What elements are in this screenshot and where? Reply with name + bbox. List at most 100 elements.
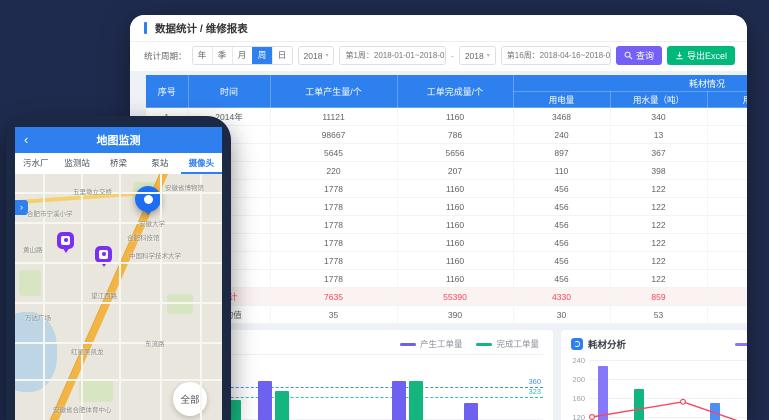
phone-page-title: 地图监测 bbox=[97, 132, 141, 148]
table-cell: 30 bbox=[513, 306, 610, 324]
map-street bbox=[81, 174, 83, 420]
map-label: 望江西路 bbox=[91, 290, 117, 300]
col-header-created: 工单产生量/个 bbox=[270, 75, 397, 108]
map-label: 中国科学技术大学 bbox=[129, 250, 181, 260]
tab-桥梁[interactable]: 桥梁 bbox=[98, 153, 139, 174]
charts-row: 产生工单量完成工单量 360323 耗材分析 2402001601208040 bbox=[146, 330, 747, 420]
analysis-icon bbox=[571, 338, 583, 350]
filter-toolbar: 统计周期： 年季月周日 2018 ▾ 第1周：2018-01-01~2018-0… bbox=[130, 42, 747, 71]
legend-dash-icon bbox=[476, 343, 492, 346]
table-cell: 98667 bbox=[270, 126, 397, 144]
camera-icon bbox=[61, 236, 70, 245]
table-cell: 5656 bbox=[397, 144, 513, 162]
table-cell: 70 bbox=[707, 108, 747, 126]
page-background: 数据统计 / 维修报表 统计周期： 年季月周日 2018 ▾ 第1周：2018-… bbox=[0, 0, 769, 420]
table-cell: 79 bbox=[707, 252, 747, 270]
map-label: 安徽大学 bbox=[139, 218, 165, 228]
reference-line-label: 323 bbox=[528, 387, 541, 396]
period-option[interactable]: 日 bbox=[272, 47, 292, 64]
sub-header-electricity: 用电量 bbox=[513, 92, 610, 108]
table-cell: 122 bbox=[610, 270, 707, 288]
col-header-index: 序号 bbox=[146, 75, 188, 108]
report-table: 序号 时间 工单产生量/个 工单完成量/个 耗材情况 用电量 用水量（吨） 用药… bbox=[146, 75, 747, 324]
export-excel-button[interactable]: 导出Excel bbox=[667, 46, 735, 65]
chevron-down-icon: ▾ bbox=[487, 52, 490, 59]
map-label: 合肥市宁溪小学 bbox=[27, 208, 73, 218]
workorder-chart-legend: 产生工单量完成工单量 bbox=[400, 338, 539, 350]
camera-icon bbox=[99, 250, 108, 259]
table-cell: 110 bbox=[513, 162, 610, 180]
selected-camera-pin[interactable] bbox=[135, 186, 161, 212]
table-cell: 1160 bbox=[397, 198, 513, 216]
map-park bbox=[167, 294, 193, 314]
query-button[interactable]: 查询 bbox=[616, 46, 662, 65]
camera-pin[interactable] bbox=[95, 246, 112, 263]
table-cell: 1160 bbox=[397, 252, 513, 270]
query-button-label: 查询 bbox=[636, 49, 654, 62]
tab-泵站[interactable]: 泵站 bbox=[139, 153, 180, 174]
table-cell: 4330 bbox=[513, 288, 610, 306]
map-street bbox=[200, 174, 202, 420]
table-cell: 1160 bbox=[397, 270, 513, 288]
period-option[interactable]: 年 bbox=[193, 47, 212, 64]
back-button[interactable]: ‹ bbox=[24, 127, 28, 153]
period-label: 统计周期： bbox=[144, 50, 187, 62]
table-cell: 122 bbox=[610, 234, 707, 252]
consumables-chart-card: 耗材分析 2402001601208040 bbox=[561, 330, 747, 420]
table-cell: 90 bbox=[707, 162, 747, 180]
camera-pin[interactable] bbox=[57, 232, 74, 249]
table-cell: 111 bbox=[707, 306, 747, 324]
map-label: 合肥科技馆 bbox=[127, 232, 160, 242]
week-start-input[interactable]: 第1周：2018-01-01~2018-01-07 bbox=[339, 46, 446, 65]
table-cell: 7 bbox=[707, 126, 747, 144]
table-cell: 122 bbox=[610, 216, 707, 234]
tab-污水厂[interactable]: 污水厂 bbox=[15, 153, 56, 174]
year-end-select[interactable]: 2018 ▾ bbox=[459, 46, 496, 65]
period-option[interactable]: 周 bbox=[252, 47, 272, 64]
table-cell: 786 bbox=[397, 126, 513, 144]
year-start-select[interactable]: 2018 ▾ bbox=[298, 46, 335, 65]
bar bbox=[409, 381, 423, 420]
tab-摄像头[interactable]: 摄像头 bbox=[181, 153, 222, 174]
table-cell: 349 bbox=[707, 288, 747, 306]
table-cell: 240 bbox=[513, 126, 610, 144]
table-cell: 456 bbox=[513, 270, 610, 288]
table-cell: 897 bbox=[513, 144, 610, 162]
period-option[interactable]: 季 bbox=[212, 47, 232, 64]
table-cell: 859 bbox=[610, 288, 707, 306]
map-park bbox=[19, 270, 41, 296]
map-street bbox=[160, 174, 162, 420]
table-cell: 122 bbox=[610, 198, 707, 216]
table-cell: 456 bbox=[513, 252, 610, 270]
table-cell: 7635 bbox=[270, 288, 397, 306]
map-street bbox=[119, 174, 121, 420]
sub-header-water: 用水量（吨） bbox=[610, 92, 707, 108]
table-cell: 367 bbox=[610, 144, 707, 162]
sub-header-chemical: 用药量 bbox=[707, 92, 747, 108]
map-park bbox=[79, 380, 113, 402]
table-cell: 79 bbox=[707, 270, 747, 288]
window-titlebar: 数据统计 / 维修报表 bbox=[130, 15, 747, 42]
table-cell: 1160 bbox=[397, 234, 513, 252]
bar bbox=[464, 403, 478, 420]
table-cell: 79 bbox=[707, 180, 747, 198]
download-icon bbox=[675, 51, 684, 60]
table-cell: 340 bbox=[610, 108, 707, 126]
year-end-value: 2018 bbox=[465, 51, 484, 61]
table-cell: 122 bbox=[610, 252, 707, 270]
phone-mockup: ‹ 地图监测 污水厂监测站桥梁泵站摄像头 › 全部 五里墩立交桥安徽省博物馆合肥… bbox=[6, 116, 231, 420]
table-cell: 1778 bbox=[270, 198, 397, 216]
tab-监测站[interactable]: 监测站 bbox=[56, 153, 97, 174]
week-end-input[interactable]: 第16周：2018-04-16~2018-04-22 bbox=[501, 46, 611, 65]
reference-line-label: 360 bbox=[528, 377, 541, 386]
map-view[interactable]: › 全部 五里墩立交桥安徽省博物馆合肥市宁溪小学安徽大学合肥科技馆中国科学技术大… bbox=[15, 174, 222, 420]
bar bbox=[275, 391, 289, 420]
table-cell: 390 bbox=[397, 306, 513, 324]
breadcrumb: 数据统计 / 维修报表 bbox=[155, 21, 248, 36]
map-label: 五里墩立交桥 bbox=[73, 186, 112, 196]
col-header-completed: 工单完成量/个 bbox=[397, 75, 513, 108]
table-cell: 1778 bbox=[270, 270, 397, 288]
table-cell: 1778 bbox=[270, 252, 397, 270]
period-option[interactable]: 月 bbox=[232, 47, 252, 64]
table-cell: 79 bbox=[707, 234, 747, 252]
